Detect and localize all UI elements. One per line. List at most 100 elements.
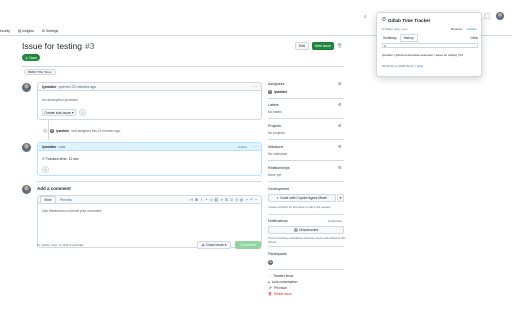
- attach-hint[interactable]: Paste, drop, or click to add files: [42, 243, 84, 247]
- event-meta: self-assigned this 22 minutes ago: [71, 129, 121, 133]
- assignees-title[interactable]: Assignees: [268, 82, 285, 86]
- popup-cancel-link[interactable]: Cancel: [467, 27, 476, 31]
- gear-icon[interactable]: ⚙: [338, 166, 342, 170]
- tab-history[interactable]: History: [399, 34, 418, 42]
- tab-security[interactable]: ecurity: [0, 29, 10, 33]
- page-title: Issue for testing #3: [22, 41, 94, 51]
- gear-icon[interactable]: ⚙: [338, 145, 342, 149]
- milestone-value: No milestone: [268, 152, 288, 156]
- gear-icon[interactable]: ⚙: [338, 82, 342, 86]
- sidebar-divider: [268, 160, 344, 161]
- close-issue-label: Close issue: [205, 243, 224, 247]
- event-author[interactable]: lywolder: [56, 129, 69, 133]
- relationships-title[interactable]: Relationships: [268, 166, 290, 170]
- tab-insights[interactable]: ▥ Insights: [18, 29, 34, 33]
- customize-link[interactable]: Customize: [328, 219, 342, 223]
- copilot-icon: ◐: [276, 196, 280, 200]
- delete-issue-link[interactable]: 🗑︎ Delete issue: [268, 292, 292, 296]
- header-avatar[interactable]: [496, 12, 504, 20]
- pin-icon: 📌︎: [268, 286, 273, 290]
- popup-entry-input[interactable]: 0: [382, 43, 478, 48]
- assignee-avatar: [268, 90, 272, 94]
- participant-avatar[interactable]: [268, 260, 273, 265]
- issue-opened-icon: ◎: [25, 55, 28, 60]
- tab-insights-label: Insights: [22, 28, 34, 33]
- transfer-issue-link[interactable]: → Transfer issue: [268, 274, 293, 278]
- unsubscribe-button[interactable]: 🔕︎ Unsubscribe: [268, 226, 344, 234]
- popup-view-link[interactable]: View: [417, 64, 423, 68]
- comment2-menu-icon[interactable]: ···: [253, 144, 257, 149]
- sidebar-divider: [268, 181, 344, 182]
- development-hint[interactable]: Create a branch for this issue or link a…: [268, 205, 346, 210]
- comment2-body: ⏱ Tracked time: 12 sec: [42, 157, 79, 161]
- popup-entry-meta: 00:00:12 on 2025-03-11 | View: [382, 64, 423, 68]
- pin-issue-label: Pin issue: [274, 286, 287, 290]
- comment-author-avatar[interactable]: [22, 83, 31, 92]
- comment2-text: Tracked time: 12 sec: [45, 157, 80, 161]
- new-issue-button[interactable]: New issue: [312, 42, 334, 50]
- close-issue-button[interactable]: ◉ Close issue ▾: [197, 241, 231, 249]
- status-dot-icon: ●: [382, 27, 384, 31]
- add-reaction-icon[interactable]: ☺: [79, 109, 86, 116]
- projects-value: No projects: [268, 131, 285, 135]
- lock-conversation-link[interactable]: 🔒︎ Lock conversation: [268, 280, 297, 284]
- projects-title[interactable]: Projects: [268, 124, 281, 128]
- issue-title: Issue for testing: [22, 41, 83, 51]
- sidebar-divider: [268, 214, 344, 215]
- relationships-value: None yet: [268, 173, 282, 177]
- status-label: Open: [28, 55, 38, 60]
- gear-icon[interactable]: ⚙: [338, 103, 342, 107]
- popup-user: Token: ghp_••••••: [384, 27, 408, 31]
- comment2-header: lywolder now: [38, 143, 261, 151]
- popup-remove-link[interactable]: Remove: [451, 27, 462, 31]
- comment2-author[interactable]: lywolder: [42, 145, 57, 149]
- popup-clear-button[interactable]: Clear: [468, 35, 480, 41]
- label-chip[interactable]: BDBUT Bot Timer: [24, 69, 56, 75]
- comment2-author-avatar[interactable]: [22, 143, 31, 152]
- copilot-button[interactable]: ◐ Code with Copilot Agent Mode: [268, 194, 336, 202]
- author-badge: Author: [238, 145, 247, 149]
- add-reaction-icon[interactable]: ☺: [42, 166, 49, 173]
- notifications-title: Notifications: [268, 219, 288, 223]
- tab-settings[interactable]: ⚙ Settings: [42, 29, 58, 33]
- comment-card: lywolder opened 22 minutes ago ··· No de…: [37, 82, 262, 120]
- stopwatch-icon: ⏱: [42, 157, 45, 161]
- stopwatch-icon: ⏱: [382, 17, 386, 23]
- comment-submit-button[interactable]: Comment: [235, 241, 261, 249]
- tab-preview[interactable]: Preview: [56, 197, 76, 203]
- comment2-card: lywolder now Author ··· ⏱ Tracked time: …: [37, 142, 262, 176]
- sidebar-divider: [268, 246, 344, 247]
- create-sub-issue-button[interactable]: Create sub-issue ▾: [42, 109, 76, 116]
- comment2-meta[interactable]: now: [59, 145, 66, 149]
- copilot-dropdown-button[interactable]: ▾: [337, 194, 344, 202]
- comment-textarea[interactable]: Use Markdown to format your comment: [42, 209, 101, 213]
- popup-tabs: Summary History Clear: [380, 34, 480, 42]
- gear-icon[interactable]: ⚙: [338, 124, 342, 128]
- tab-summary[interactable]: Summary: [380, 35, 400, 41]
- milestone-title[interactable]: Milestone: [268, 145, 283, 149]
- tab-write[interactable]: Write: [40, 196, 56, 203]
- composer-heading: Add a comment: [37, 186, 71, 191]
- assignee-name: lywolder: [274, 90, 288, 94]
- copy-link-icon[interactable]: ⎘: [338, 43, 342, 48]
- assignee-item[interactable]: lywolder: [268, 90, 287, 94]
- sidebar-divider: [268, 98, 344, 99]
- popup-title: Gitlab Time Tracker: [387, 17, 431, 23]
- participants-title: Participants: [268, 252, 287, 256]
- markdown-icon: M↓: [37, 243, 41, 247]
- edit-button[interactable]: Edit: [295, 42, 309, 50]
- comment-meta[interactable]: opened 22 minutes ago: [59, 85, 97, 89]
- more-icon[interactable]: ⋯: [254, 198, 259, 202]
- header-extension-icon[interactable]: [484, 13, 490, 19]
- status-badge: ◎ Open: [22, 54, 41, 61]
- popup-separator: |: [414, 64, 416, 68]
- sidebar-divider: [268, 118, 344, 119]
- labels-title[interactable]: Labels: [268, 103, 279, 107]
- pin-issue-link[interactable]: 📌︎ Pin issue: [268, 286, 287, 290]
- composer-avatar[interactable]: [22, 185, 31, 194]
- event-avatar[interactable]: [50, 129, 54, 133]
- header-search-icon[interactable]: ⌕: [364, 14, 367, 20]
- timeline-divider: [37, 181, 262, 182]
- comment-menu-icon[interactable]: ···: [253, 84, 257, 89]
- comment-author[interactable]: lywolder: [42, 85, 57, 89]
